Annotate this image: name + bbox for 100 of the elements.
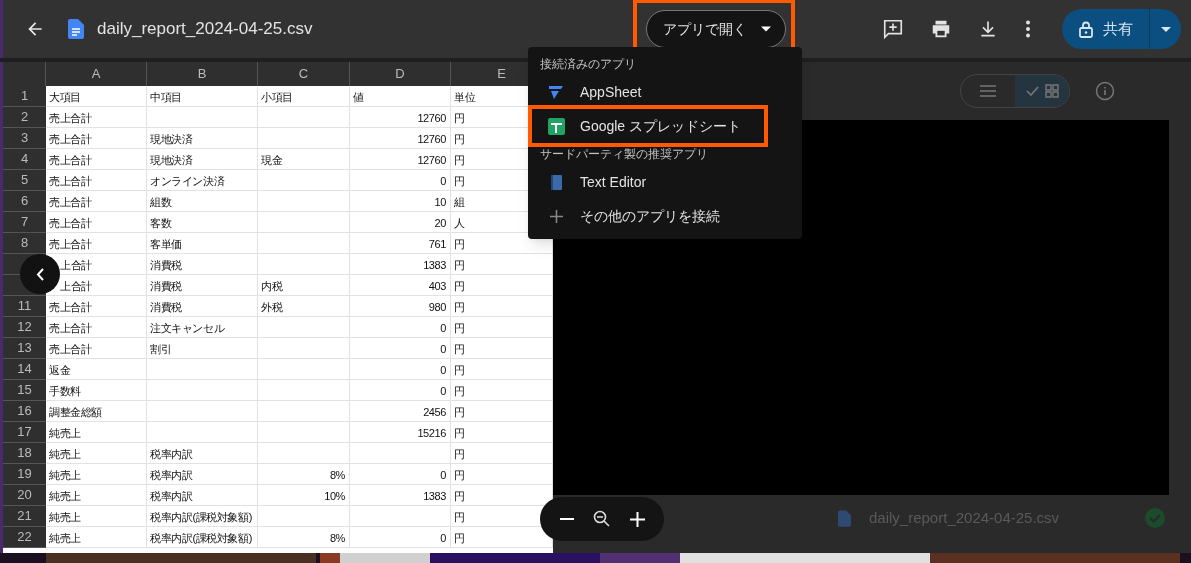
table-cell: 0	[350, 359, 451, 379]
row-header: 18	[3, 443, 46, 464]
table-cell: 現地決済	[147, 149, 258, 169]
table-cell: 売上合計	[46, 317, 147, 337]
table-cell: 消費税	[147, 254, 258, 274]
table-cell: 割引	[147, 338, 258, 358]
table-cell: 手数料	[46, 380, 147, 400]
table-cell: 15216	[350, 422, 451, 442]
table-cell: 客数	[147, 212, 258, 232]
row-header: 4	[3, 149, 46, 170]
table-cell: 売上合計	[46, 338, 147, 358]
print-icon[interactable]	[930, 18, 952, 40]
table-cell: 売上合計	[46, 107, 147, 127]
table-cell: 税率内訳(課税対象額)	[147, 506, 258, 526]
table-cell: 売上合計	[46, 233, 147, 253]
row-header: 3	[3, 128, 46, 149]
table-cell: 純売上	[46, 506, 147, 526]
row-header: 8	[3, 233, 46, 254]
table-cell: 0	[350, 170, 451, 190]
table-cell: 8%	[258, 527, 350, 547]
table-cell: 10	[350, 191, 451, 211]
zoom-out-icon[interactable]	[592, 510, 611, 528]
add-comment-icon[interactable]	[882, 18, 904, 40]
table-cell: 売上合計	[46, 296, 147, 316]
table-cell: 内税	[258, 275, 350, 295]
table-cell: 1383	[350, 254, 451, 274]
table-cell: 980	[350, 296, 451, 316]
table-cell: 12760	[350, 149, 451, 169]
row-header: 7	[3, 212, 46, 233]
table-cell: 現地決済	[147, 128, 258, 148]
table-cell: 消費税	[147, 275, 258, 295]
caret-icon	[1160, 26, 1171, 32]
row-header: 1	[3, 86, 46, 107]
table-cell: 客単価	[147, 233, 258, 253]
table-cell: 売上合計	[46, 212, 147, 232]
plus-icon[interactable]	[629, 511, 645, 527]
table-cell: オンライン決済	[147, 170, 258, 190]
table-cell: 小項目	[258, 86, 350, 106]
table-cell: 純売上	[46, 422, 147, 442]
table-cell: 純売上	[46, 443, 147, 463]
row-header: 16	[3, 401, 46, 422]
row-header: 17	[3, 422, 46, 443]
table-cell: 403	[350, 275, 451, 295]
row-header: 11	[3, 296, 46, 317]
document-icon	[838, 509, 851, 527]
table-cell: 調整金総額	[46, 401, 147, 421]
table-cell: 税率内訳	[147, 443, 258, 463]
table-cell: 12760	[350, 128, 451, 148]
view-toggle[interactable]	[1015, 75, 1069, 107]
table-cell: 税率内訳	[147, 485, 258, 505]
table-cell: 純売上	[46, 485, 147, 505]
table-cell: 返金	[46, 359, 147, 379]
plus-icon	[549, 209, 563, 223]
table-cell: 8%	[258, 464, 350, 484]
column-header: B	[147, 62, 258, 86]
table-cell: 税率内訳	[147, 464, 258, 484]
appsheet-icon	[549, 85, 563, 99]
table-cell: 純売上	[46, 464, 147, 484]
file-name: daily_report_2024-04-25.csv	[97, 18, 313, 41]
table-cell: 外税	[258, 296, 350, 316]
more-icon[interactable]	[1025, 20, 1031, 38]
list-icon	[980, 85, 996, 97]
row-header: 2	[3, 107, 46, 128]
row-header: 14	[3, 359, 46, 380]
table-cell: 現金	[258, 149, 350, 169]
document-icon	[68, 19, 84, 39]
table-cell: 売上合計	[46, 191, 147, 211]
table-cell: 税率内訳(課税対象額)	[147, 527, 258, 547]
row-header: 19	[3, 464, 46, 485]
spreadsheet-icon	[547, 117, 565, 135]
caret-icon	[761, 26, 772, 32]
table-cell: 1383	[350, 485, 451, 505]
table-cell: 0	[350, 527, 451, 547]
table-cell: 組数	[147, 191, 258, 211]
table-cell: 761	[350, 233, 451, 253]
table-cell: 売上合計	[46, 149, 147, 169]
row-header: 12	[3, 317, 46, 338]
check-circle-icon	[1145, 508, 1165, 528]
table-cell: 消費税	[147, 296, 258, 316]
notebook-icon	[550, 174, 562, 190]
column-header: A	[46, 62, 147, 86]
table-cell: 注文キャンセル	[147, 317, 258, 337]
table-cell: 2456	[350, 401, 451, 421]
chevron-left-icon	[36, 267, 44, 281]
info-icon[interactable]	[1095, 81, 1115, 101]
table-cell: 10%	[258, 485, 350, 505]
menu-item[interactable]: Google スプレッドシート	[528, 105, 768, 147]
table-cell: 純売上	[46, 527, 147, 547]
lock-icon	[1079, 20, 1093, 38]
download-icon[interactable]	[978, 19, 998, 39]
row-header: 21	[3, 506, 46, 527]
table-cell: 売上合計	[46, 170, 147, 190]
table-cell: 大項目	[46, 86, 147, 106]
row-header: 15	[3, 380, 46, 401]
table-cell: 値	[350, 86, 451, 106]
row-header: 20	[3, 485, 46, 506]
column-header: C	[258, 62, 350, 86]
table-cell: 0	[350, 317, 451, 337]
grid-icon	[1044, 84, 1059, 98]
open-with-button[interactable]: アプリで開く	[646, 10, 787, 48]
